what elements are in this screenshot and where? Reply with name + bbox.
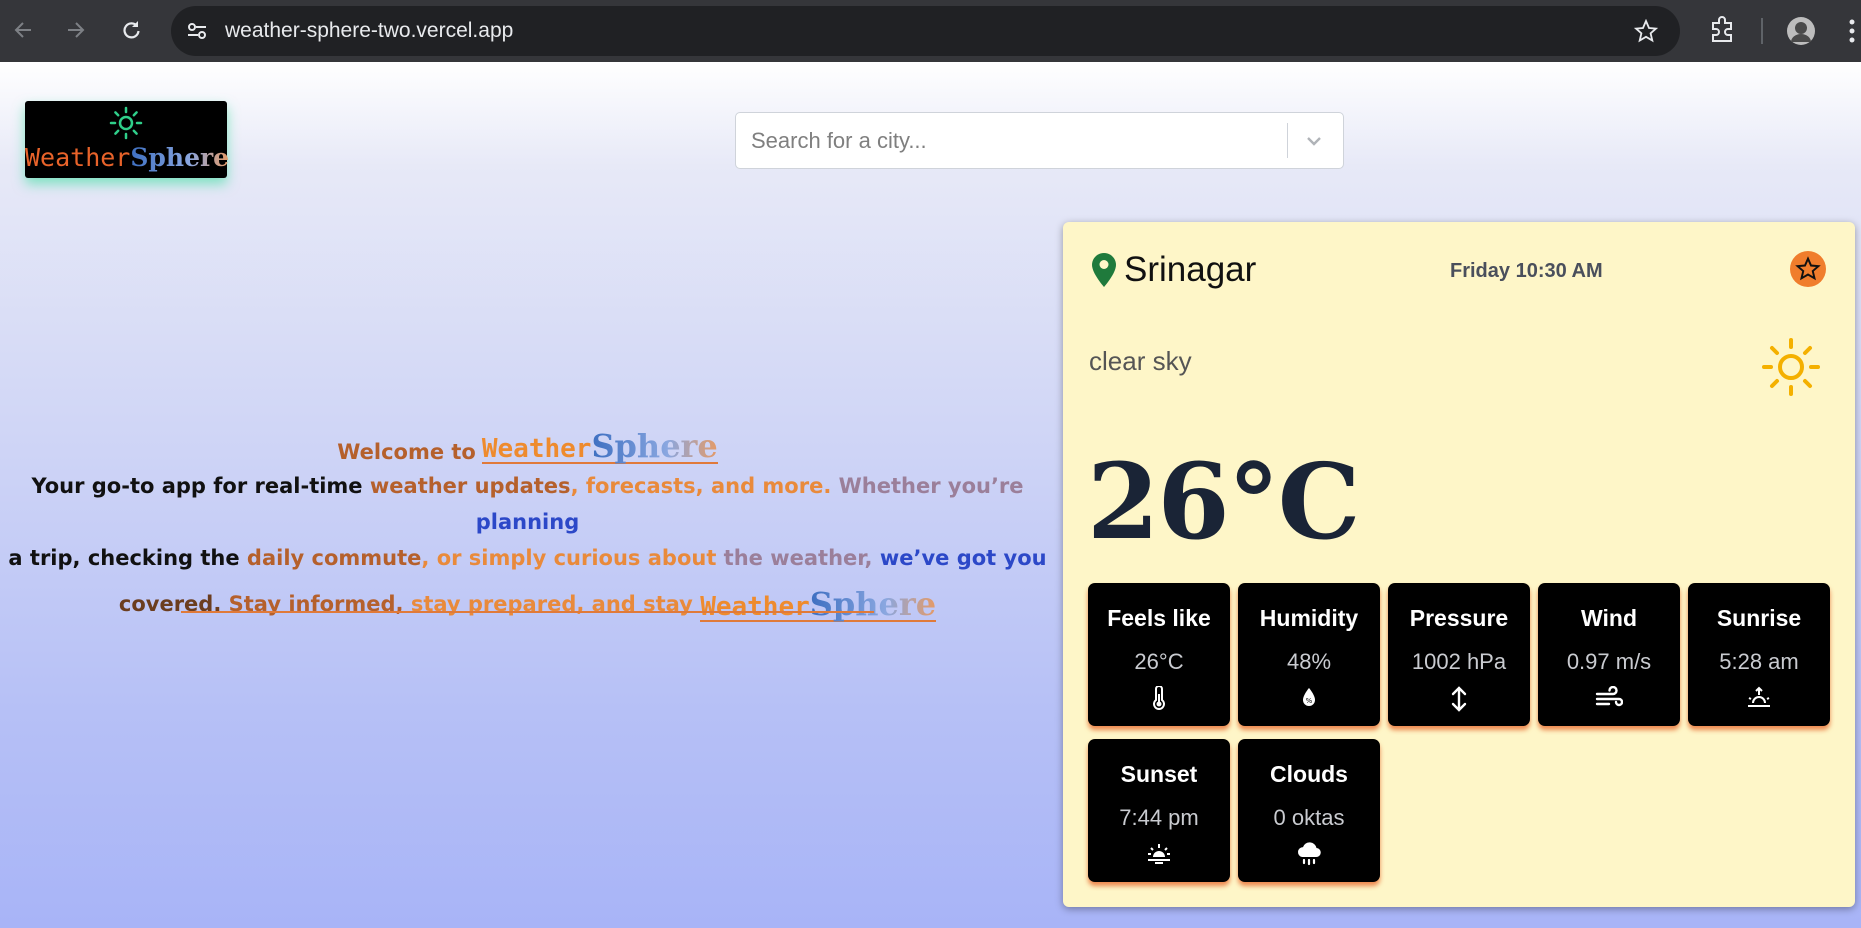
weather-card: Srinagar Friday 10:30 AM clear sky 26°C … xyxy=(1063,222,1855,907)
sun-icon xyxy=(108,105,144,145)
star-icon xyxy=(1795,256,1821,281)
tile-feels-like: Feels like 26°C xyxy=(1088,583,1230,726)
closing-brand: WeatherSphere xyxy=(700,585,937,623)
tile-value: 48% xyxy=(1286,649,1332,674)
sun-icon xyxy=(1761,337,1821,401)
bookmark-star-icon[interactable] xyxy=(1633,18,1659,47)
temperature: 26°C xyxy=(1087,440,1360,563)
extensions-icon[interactable] xyxy=(1707,14,1737,48)
site-info-icon[interactable] xyxy=(185,19,209,47)
desc-part: stay prepared, and stay xyxy=(410,592,701,616)
search-input[interactable] xyxy=(736,113,1286,168)
tile-title: Clouds xyxy=(1270,761,1348,787)
thermometer-icon xyxy=(1088,686,1230,710)
city-search[interactable] xyxy=(735,112,1344,169)
welcome-description: Your go-to app for real-time weather upd… xyxy=(0,468,1055,622)
arrows-vertical-icon xyxy=(1388,686,1530,712)
back-icon[interactable] xyxy=(9,16,37,44)
toolbar-separator xyxy=(1761,18,1763,44)
tile-value: 26°C xyxy=(1134,649,1184,674)
reload-icon[interactable] xyxy=(117,16,145,44)
map-pin-icon xyxy=(1091,252,1117,292)
desc-part: Whether you’re xyxy=(838,474,1024,498)
tile-value: 7:44 pm xyxy=(1119,805,1199,830)
tile-humidity: Humidity 48% % xyxy=(1238,583,1380,726)
tile-clouds: Clouds 0 oktas xyxy=(1238,739,1380,882)
city-name: Srinagar xyxy=(1124,250,1257,289)
brand-sphere: Sphere xyxy=(809,585,937,623)
tile-title: Sunrise xyxy=(1716,605,1802,631)
address-bar[interactable]: weather-sphere-two.vercel.app xyxy=(171,6,1680,56)
weather-description: clear sky xyxy=(1089,346,1192,376)
desc-part: the weather, xyxy=(723,546,880,570)
desc-part: , forecasts, and more. xyxy=(570,474,839,498)
desc-part: Your go-to app for real-time xyxy=(31,474,370,498)
svg-text:%: % xyxy=(1306,697,1313,705)
search-divider xyxy=(1287,123,1288,158)
tile-sunset: Sunset 7:44 pm xyxy=(1088,739,1230,882)
tile-wind: Wind 0.97 m/s xyxy=(1538,583,1680,726)
url-text[interactable]: weather-sphere-two.vercel.app xyxy=(225,6,513,56)
page: WeatherSphere Welcome to WeatherSphere Y… xyxy=(0,62,1861,928)
welcome-heading: Welcome to WeatherSphere xyxy=(0,420,1055,464)
desc-part: we’ve got you xyxy=(879,546,1047,570)
desc-part: planning xyxy=(475,510,580,534)
chevron-down-icon[interactable] xyxy=(1303,130,1325,156)
welcome-section: Welcome to WeatherSphere Your go-to app … xyxy=(0,420,1055,622)
brand-weather: Weather xyxy=(700,592,810,622)
profile-avatar[interactable] xyxy=(1786,16,1816,50)
wind-icon xyxy=(1538,686,1680,710)
date-time: Friday 10:30 AM xyxy=(1450,260,1603,282)
browser-toolbar: weather-sphere-two.vercel.app xyxy=(0,0,1861,62)
logo-text-sphere: Sphere xyxy=(130,143,230,172)
brand-weather: Weather xyxy=(481,434,592,464)
desc-part: Stay informed, xyxy=(228,592,411,616)
welcome-brand: WeatherSphere xyxy=(481,427,718,465)
divider-line xyxy=(181,611,874,613)
tile-title: Sunset xyxy=(1120,761,1198,787)
sunrise-icon xyxy=(1688,686,1830,708)
tile-value: 0.97 m/s xyxy=(1566,649,1652,674)
desc-part: a trip, checking the xyxy=(8,546,247,570)
droplet-icon: % xyxy=(1238,686,1380,708)
favorite-button[interactable] xyxy=(1790,251,1826,287)
tile-value: 1002 hPa xyxy=(1411,649,1507,674)
tile-value: 0 oktas xyxy=(1273,805,1345,830)
tile-pressure: Pressure 1002 hPa xyxy=(1388,583,1530,726)
brand-sphere: Sphere xyxy=(591,427,718,465)
logo-text-weather: Weather xyxy=(25,143,131,172)
cloud-rain-icon xyxy=(1238,842,1380,866)
tile-title: Pressure xyxy=(1409,605,1509,631)
tile-title: Humidity xyxy=(1259,605,1359,631)
menu-icon[interactable] xyxy=(1848,16,1856,50)
welcome-prefix: Welcome to xyxy=(337,440,476,464)
desc-part: , or simply curious about xyxy=(421,546,724,570)
desc-part: covered. xyxy=(118,592,229,616)
tile-title: Feels like xyxy=(1107,605,1211,631)
forward-icon[interactable] xyxy=(62,16,90,44)
sunset-icon xyxy=(1088,842,1230,864)
logo[interactable]: WeatherSphere xyxy=(25,101,230,178)
logo-text: WeatherSphere xyxy=(25,143,230,172)
desc-part: weather updates xyxy=(369,474,571,498)
tile-title: Wind xyxy=(1581,605,1637,631)
tile-sunrise: Sunrise 5:28 am xyxy=(1688,583,1830,726)
tile-value: 5:28 am xyxy=(1719,649,1799,674)
desc-part: daily commute xyxy=(246,546,422,570)
